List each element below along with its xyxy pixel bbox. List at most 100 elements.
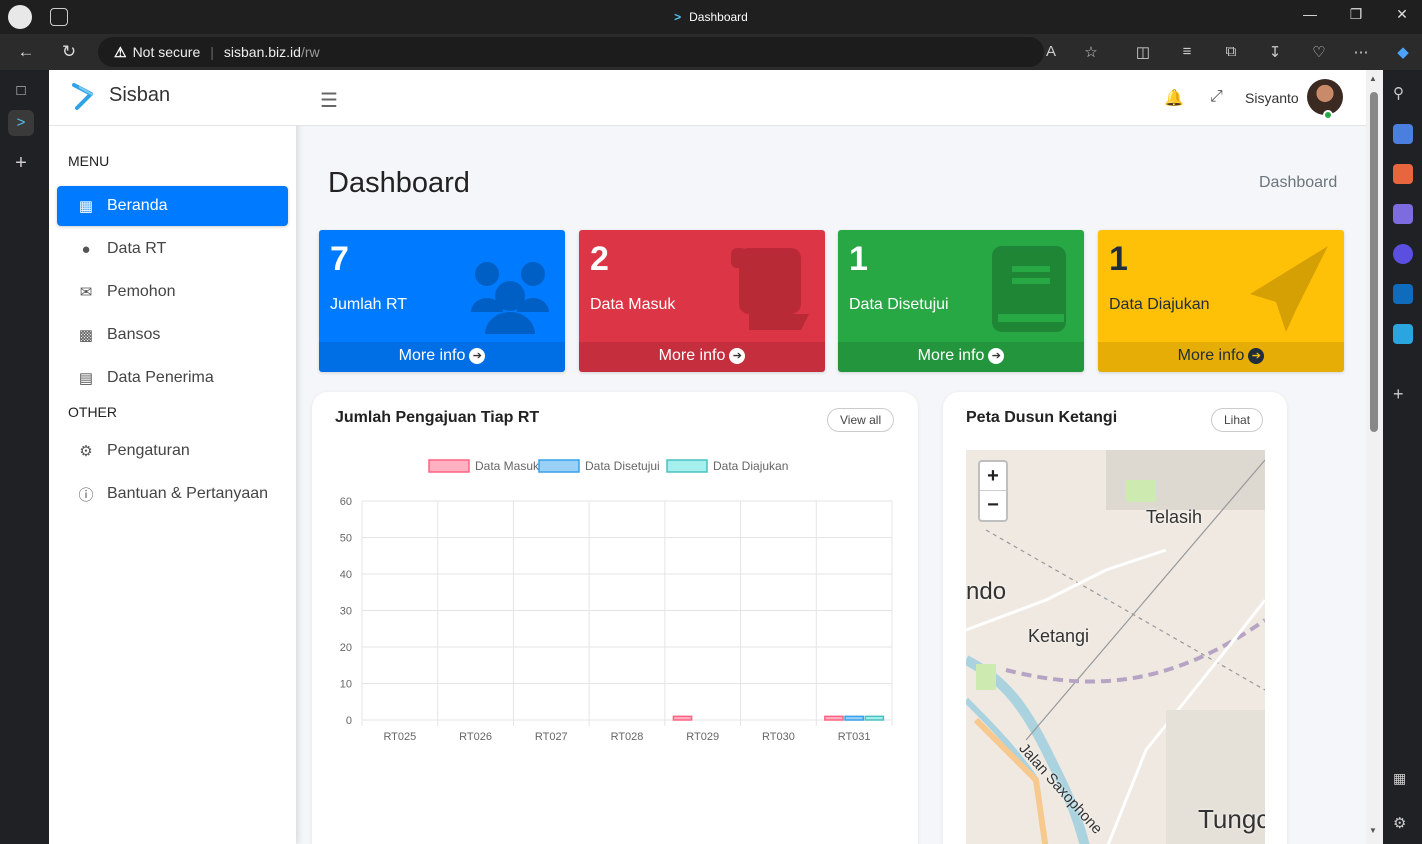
bell-icon[interactable]: 🔔 <box>1164 88 1184 108</box>
fullscreen-icon[interactable]: ⤢ <box>1210 88 1223 106</box>
legend-swatch <box>538 459 580 473</box>
stat-value: 1 <box>1109 240 1128 278</box>
more-info-link[interactable]: More info ➔ <box>319 342 565 372</box>
url-path: /rw <box>300 44 320 60</box>
address-bar: ← ↻ ⚠ Not secure | sisban.biz.id/rw A ☆ ◫ ≡… <box>0 34 1422 70</box>
url-field[interactable]: ⚠ Not secure | sisban.biz.id/rw <box>98 37 1044 67</box>
breadcrumb[interactable]: Dashboard <box>1259 174 1337 192</box>
map-tiles <box>966 450 1265 844</box>
search-icon[interactable]: ⚲ <box>1393 84 1413 104</box>
settings-icon[interactable]: ⚙ <box>1393 814 1413 834</box>
more-info-link[interactable]: More info ➔ <box>1098 342 1344 372</box>
y-tick-label: 20 <box>340 642 352 654</box>
x-tick-label: RT027 <box>535 731 568 743</box>
split-screen-icon[interactable]: ◫ <box>1132 43 1154 61</box>
zoom-out-button[interactable]: − <box>980 491 1006 520</box>
close-icon[interactable]: ✕ <box>1382 6 1422 23</box>
browser-essentials-icon[interactable]: ♡ <box>1308 43 1330 61</box>
back-icon[interactable]: ← <box>14 42 38 62</box>
stat-box-data-disetujui: 1 Data Disetujui More info ➔ <box>838 230 1084 372</box>
copilot-icon[interactable]: ◆ <box>1392 43 1414 61</box>
sidebar-item-bansos[interactable]: ▩ Bansos <box>57 315 288 355</box>
screenshot-icon[interactable]: ▦ <box>1393 770 1413 790</box>
question-icon: ⓘ <box>78 486 94 504</box>
sidebar-item-data-rt[interactable]: ● Data RT <box>57 229 288 269</box>
scroll-down-icon[interactable]: ▼ <box>1369 826 1377 835</box>
legend-label: Data Disetujui <box>585 459 660 473</box>
arrow-circle-right-icon: ➔ <box>729 348 746 364</box>
sidebar-item-pengaturan[interactable]: ⚙ Pengaturan <box>57 431 288 471</box>
map-card-title: Peta Dusun Ketangi <box>966 409 1118 426</box>
x-tick-label: RT026 <box>459 731 492 743</box>
y-tick-label: 30 <box>340 606 352 618</box>
scroll-up-icon[interactable]: ▲ <box>1369 74 1377 83</box>
page-scrollbar[interactable]: ▲ ▼ <box>1366 70 1383 844</box>
outlook-icon[interactable] <box>1393 284 1413 304</box>
map-view[interactable]: + − Telasih ndo Ketangi Jalan Saxophone … <box>966 450 1265 844</box>
chart-card: Jumlah Pengajuan Tiap RT View all 0 10 20 3… <box>312 392 918 844</box>
users-icon: ● <box>81 240 91 258</box>
read-aloud-icon[interactable]: A <box>1040 43 1062 60</box>
stat-label: Jumlah RT <box>330 296 408 313</box>
minimize-icon[interactable]: — <box>1290 6 1330 22</box>
stat-value: 2 <box>590 240 609 278</box>
x-tick-label: RT028 <box>611 731 644 743</box>
arrow-circle-right-icon: ➔ <box>469 348 486 364</box>
zoom-control: + − <box>978 460 1008 522</box>
book-icon: ▤ <box>78 370 94 387</box>
collections-icon[interactable]: ⧉ <box>1220 43 1242 60</box>
add-app-icon[interactable]: + <box>1393 384 1413 404</box>
sidebar-item-label: Data Penerima <box>107 369 214 386</box>
map-label: Ketangi <box>1028 626 1090 646</box>
security-label[interactable]: Not secure <box>133 44 201 60</box>
vertical-tab-rail: □ > + <box>0 70 48 844</box>
zoom-in-button[interactable]: + <box>980 462 1006 491</box>
tools-icon[interactable] <box>1393 164 1413 184</box>
games-icon[interactable] <box>1393 204 1413 224</box>
maximize-icon[interactable]: ❐ <box>1336 6 1376 23</box>
legend-swatch <box>428 459 470 473</box>
telegram-icon[interactable] <box>1393 324 1413 344</box>
scrollbar-thumb[interactable] <box>1370 92 1378 432</box>
sisban-logo-icon <box>72 83 94 110</box>
downloads-icon[interactable]: ↧ <box>1264 43 1286 61</box>
stat-value: 1 <box>849 240 868 278</box>
online-status-dot <box>1323 110 1333 120</box>
map-label: ndo <box>966 578 1007 605</box>
y-tick-label: 60 <box>340 496 352 508</box>
top-navbar: ☰ 🔔 ⤢ Sisyanto <box>296 70 1366 126</box>
shopping-tag-icon[interactable] <box>1393 124 1413 144</box>
tab-panel-icon[interactable]: □ <box>8 78 34 104</box>
hamburger-menu-icon[interactable]: ☰ <box>320 88 338 113</box>
new-tab-icon[interactable]: + <box>8 150 34 176</box>
more-info-link[interactable]: More info ➔ <box>838 342 1084 372</box>
sidebar-item-label: Pemohon <box>107 283 176 300</box>
boxes-icon: ▩ <box>78 327 94 344</box>
sisban-tab-icon[interactable]: > <box>8 110 34 136</box>
sidebar-item-data-penerima[interactable]: ▤ Data Penerima <box>57 358 288 398</box>
view-all-button[interactable]: View all <box>827 408 895 432</box>
legend-label: Data Masuk <box>475 459 540 473</box>
favorite-star-icon[interactable]: ☆ <box>1080 43 1102 61</box>
lihat-button[interactable]: Lihat <box>1211 408 1264 432</box>
window-title-text: Dashboard <box>689 10 748 24</box>
sidebar-item-pemohon[interactable]: ✉ Pemohon <box>57 272 288 312</box>
bar <box>824 715 844 721</box>
sisban-favicon-icon: > <box>674 10 682 24</box>
favorites-icon[interactable]: ≡ <box>1176 43 1198 60</box>
map-label: Tungc <box>1198 804 1265 834</box>
brand[interactable]: Sisban <box>49 70 296 126</box>
scroll-icon <box>731 248 809 330</box>
copilot-apps-icon[interactable] <box>1393 244 1413 264</box>
y-tick-label: 10 <box>340 679 352 691</box>
user-name[interactable]: Sisyanto <box>1245 90 1299 106</box>
more-menu-icon[interactable]: ⋯ <box>1350 43 1372 61</box>
refresh-icon[interactable]: ↻ <box>57 42 81 62</box>
sidebar-item-beranda[interactable]: ▦ Beranda <box>57 186 288 226</box>
sidebar-item-label: Pengaturan <box>107 442 190 459</box>
x-tick-label: RT030 <box>762 731 795 743</box>
stat-label: Data Disetujui <box>849 296 949 313</box>
more-info-link[interactable]: More info ➔ <box>579 342 825 372</box>
map-card: Peta Dusun Ketangi Lihat + − Telasih ndo… <box>943 392 1287 844</box>
sidebar-item-bantuan[interactable]: ⓘ Bantuan & Pertanyaan <box>57 474 288 514</box>
